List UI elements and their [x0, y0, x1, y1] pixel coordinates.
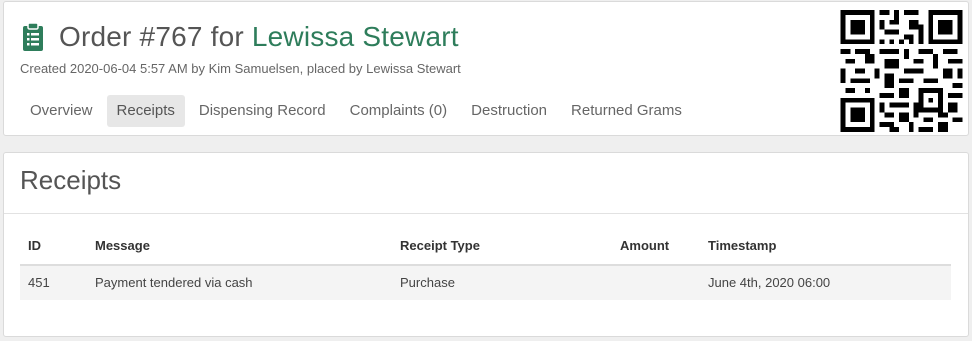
tab-destruction[interactable]: Destruction — [461, 95, 557, 127]
cell-message: Payment tendered via cash — [87, 265, 392, 300]
cell-amount — [612, 265, 700, 300]
tab-complaints[interactable]: Complaints (0) — [340, 95, 458, 127]
column-header-receipt-type[interactable]: Receipt Type — [392, 229, 612, 266]
qr-code — [840, 10, 963, 132]
table-header-row: ID Message Receipt Type Amount Timestamp — [20, 229, 951, 266]
cell-timestamp: June 4th, 2020 06:00 — [700, 265, 951, 300]
tab-returned-grams[interactable]: Returned Grams — [561, 95, 692, 127]
table-row[interactable]: 451 Payment tendered via cash Purchase J… — [20, 265, 951, 300]
page: Order #767 for Lewissa Stewart Created 2… — [0, 0, 972, 341]
column-header-timestamp[interactable]: Timestamp — [700, 229, 951, 266]
tab-overview[interactable]: Overview — [20, 95, 103, 127]
column-header-id[interactable]: ID — [20, 229, 87, 266]
divider — [4, 213, 968, 214]
receipts-heading: Receipts — [20, 165, 122, 195]
order-title: Order #767 for Lewissa Stewart — [59, 21, 459, 53]
column-header-amount[interactable]: Amount — [612, 229, 700, 266]
tab-dispensing-record[interactable]: Dispensing Record — [189, 95, 336, 127]
clipboard-icon — [23, 22, 43, 51]
order-tabs: Overview Receipts Dispensing Record Comp… — [20, 95, 692, 127]
cell-id: 451 — [20, 265, 87, 300]
page-title: Order #767 for Lewissa Stewart — [22, 18, 459, 56]
order-title-prefix: Order #767 for — [59, 21, 252, 52]
receipts-table: ID Message Receipt Type Amount Timestamp… — [20, 229, 951, 300]
receipts-card: Receipts ID Message Receipt Type Amount … — [3, 152, 969, 337]
order-header-card: Order #767 for Lewissa Stewart Created 2… — [3, 1, 969, 136]
tab-receipts[interactable]: Receipts — [106, 95, 185, 127]
created-info: Created 2020-06-04 5:57 AM by Kim Samuel… — [20, 61, 461, 76]
customer-link[interactable]: Lewissa Stewart — [252, 21, 459, 52]
column-header-message[interactable]: Message — [87, 229, 392, 266]
cell-receipt-type: Purchase — [392, 265, 612, 300]
